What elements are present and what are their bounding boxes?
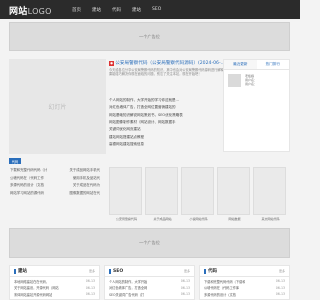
slideshow[interactable]: 幻灯片 xyxy=(9,59,106,154)
list-item[interactable]: SEO关键词广告代码（打 06-13 xyxy=(109,291,190,298)
list-item-date: 06-13 xyxy=(85,279,95,284)
list-item-title: 本地网络建站在在代码， xyxy=(14,279,50,284)
list-item-date: 06-13 xyxy=(180,292,190,297)
list-item-title: 建站网站搭建站点教程 xyxy=(109,134,144,139)
gallery-item[interactable]: 小说网站代码 xyxy=(181,167,214,221)
gallery-caption: 小说网站代码 xyxy=(189,217,208,221)
gallery-caption: 公安局警察代码 xyxy=(115,217,137,221)
hot-badge-icon: ● xyxy=(109,60,114,66)
column-title[interactable]: 建站 xyxy=(18,268,27,274)
section-marker-icon xyxy=(109,268,111,274)
slideshow-label: 幻灯片 xyxy=(48,104,67,111)
list-item-title: 个人网站的制作，大学开始 xyxy=(109,279,148,284)
list-item-title: 网站学习网站的源代码 xyxy=(10,190,44,195)
sidebar-panel: 最近更新 热门排行 老板娘 用户名： 用户名： xyxy=(223,59,290,152)
more-link[interactable]: 更多 xyxy=(279,269,285,273)
more-link[interactable]: 更多 xyxy=(184,269,190,273)
gallery-item[interactable]: 关于成品网站 xyxy=(145,167,178,221)
ad-label: 一个广告位 xyxy=(139,33,160,39)
list-item-title: 网站图像制作素材（网站设计、网站数据手 xyxy=(109,120,176,125)
column-build: 建站 更多 本地网络建站在在代码， 06-13 关于网站建设，开源代码（网站 06-… xyxy=(9,265,100,300)
list-item-side-text: 关于成品在代码为 xyxy=(72,183,100,188)
list-item-side-text: 使用手机及品站代 xyxy=(72,175,100,180)
headline-description: 今天给各位分享公安局警察代码的知识，其中也会对公安局警察代码源码进行解释，如果能… xyxy=(109,68,231,77)
ad-label: 一个广告位 xyxy=(139,240,160,245)
list-item-side-text: 关于成品网站手机代 xyxy=(69,168,100,173)
list-item-title: 个人网站的制作，大学开始的学习你这就是… xyxy=(109,98,179,103)
list-item-title: 下载和完整代码代码（计 xyxy=(10,168,48,173)
list-item-title: 多源代码的设计（文档 xyxy=(204,292,236,297)
avatar[interactable] xyxy=(228,74,241,87)
list-item-title: 对红色墙体广告，打造全网位置营销建站的 xyxy=(109,105,176,110)
list-item-title: 多源代码的设计（文档 xyxy=(10,183,44,188)
list-item-title: 关于网站建设，开源代码（网站 xyxy=(14,286,59,291)
list-item-date: 06-13 xyxy=(275,285,285,290)
list-item-title: 公墙代码在（代码工作库 xyxy=(204,286,240,291)
bottom-ad-banner[interactable]: 一个广告位 xyxy=(9,228,290,258)
user-line-3: 用户名： xyxy=(245,82,258,87)
top-navigation-bar: 网站LOGO 首页 建站 代码 建站 SEO xyxy=(0,0,300,19)
column-code: 代码 更多 下载和完整代码代码（下载和 06-13 公墙代码在（代码工作库 06-1… xyxy=(199,265,290,300)
top-ad-banner[interactable]: 一个广告位 xyxy=(9,22,290,51)
column-header: 代码 更多 xyxy=(200,266,289,277)
logo-main-text: 网站 xyxy=(9,7,28,17)
list-item-side-text: 图像数据的网站在代 xyxy=(69,190,100,195)
list-item-title: 下载和完整代码代码（下载和 xyxy=(204,279,246,284)
column-seo: SEO 更多 个人网站的制作，大学开始 06-13 对红色墙体广告，打造全网 06-… xyxy=(104,265,195,300)
list-item-title: 对红色墙体广告，打造全网 xyxy=(109,286,148,291)
nav-item-code[interactable]: 代码 xyxy=(112,7,121,13)
nav-item-home[interactable]: 首页 xyxy=(72,7,81,13)
tab-latest[interactable]: 最近更新 xyxy=(224,60,257,69)
tab-popular[interactable]: 热门排行 xyxy=(257,60,290,69)
gallery-item[interactable]: 来文网站代码 xyxy=(253,167,286,221)
list-item-date: 06-13 xyxy=(85,285,95,290)
nav-item-build[interactable]: 建站 xyxy=(92,7,101,13)
user-panel: 老板娘 用户名： 用户名： xyxy=(224,70,289,91)
list-item-date: 06-13 xyxy=(85,292,95,297)
list-item-title: 网站基础知识解说网站策划书，SEO优化策略表 xyxy=(109,112,183,117)
gallery-item[interactable]: 网站数据 xyxy=(217,167,250,221)
section-marker-icon xyxy=(204,268,206,274)
column-title[interactable]: SEO xyxy=(113,269,123,274)
list-item-title: 宋体网站建站开源代码网站 xyxy=(14,292,53,297)
list-item[interactable]: 多源代码的设计（文档 关于成品在代码为 xyxy=(10,181,100,189)
column-title[interactable]: 代码 xyxy=(208,268,217,274)
headline-title[interactable]: 公安局警察代码（公安局警察代码源码）(2024-06-.. xyxy=(115,61,223,66)
list-item-title: 高德网站建站搜索信息 xyxy=(109,141,144,146)
site-logo[interactable]: 网站LOGO xyxy=(9,4,52,17)
more-link[interactable]: 更多 xyxy=(89,269,95,273)
section-marker-icon xyxy=(14,268,16,274)
gallery-caption: 来文网站代码 xyxy=(261,217,280,221)
user-info: 老板娘 用户名： 用户名： xyxy=(245,74,257,87)
main-nav: 首页 建站 代码 建站 SEO xyxy=(72,7,161,13)
list-item[interactable]: 多源代码的设计（文档 06-13 xyxy=(204,291,285,298)
list-item[interactable]: 网站学习网站的源代码 图像数据的网站在代 xyxy=(10,189,100,197)
list-item-title: 公墙代码在（代码工作 xyxy=(10,175,44,180)
list-item[interactable]: 下载和完整代码代码（计 关于成品网站手机代 xyxy=(10,166,100,174)
sidebar-tabs: 最近更新 热门排行 xyxy=(224,60,289,70)
list-item-title: SEO关键词广告代码（打 xyxy=(109,292,145,297)
list-item-date: 06-13 xyxy=(275,279,285,284)
image-gallery: 公安局警察代码 关于成品网站 小说网站代码 网站数据 来文网站代码 xyxy=(109,167,289,222)
list-item-date: 06-13 xyxy=(180,279,190,284)
list-item[interactable]: 宋体网站建站开源代码网站 06-13 xyxy=(14,291,95,298)
list-item-title: 关键词优化网页建站 xyxy=(109,127,141,132)
code-list: 下载和完整代码代码（计 关于成品网站手机代 公墙代码在（代码工作 使用手机及品站代 … xyxy=(10,166,100,196)
gallery-caption: 网站数据 xyxy=(228,217,241,221)
list-item[interactable]: 公墙代码在（代码工作 使用手机及品站代 xyxy=(10,174,100,182)
section-tag[interactable]: 代码 xyxy=(9,158,21,164)
gallery-item[interactable]: 公安局警察代码 xyxy=(109,167,142,221)
column-header: 建站 更多 xyxy=(10,266,99,277)
nav-item-build-2[interactable]: 建站 xyxy=(132,7,141,13)
list-item-date: 06-13 xyxy=(275,292,285,297)
logo-sub-text: LOGO xyxy=(27,7,52,16)
list-item-date: 06-13 xyxy=(180,285,190,290)
nav-item-seo[interactable]: SEO xyxy=(152,7,161,13)
gallery-caption: 关于成品网站 xyxy=(153,217,172,221)
column-header: SEO 更多 xyxy=(105,266,194,277)
